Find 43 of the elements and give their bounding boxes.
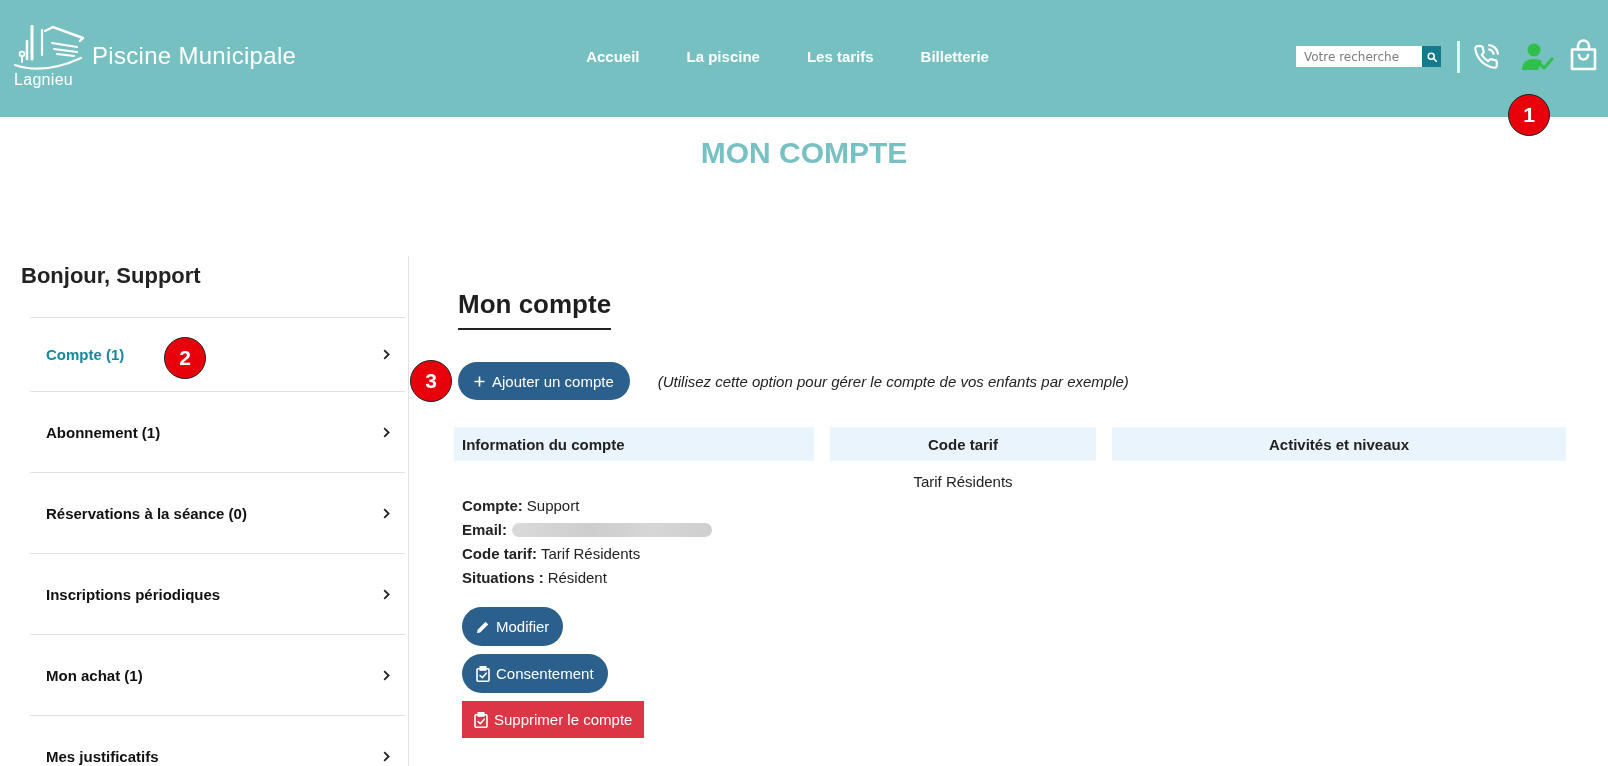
chevron-right-icon: [383, 426, 390, 438]
search-icon: [1426, 51, 1437, 62]
sidebar-item[interactable]: Mes justificatifs: [30, 715, 405, 766]
chevron-right-icon: [383, 669, 390, 681]
column-header: Information du compte: [454, 427, 814, 461]
step-marker: 3: [410, 360, 452, 402]
sidebar-item[interactable]: Abonnement (1): [30, 391, 405, 472]
site-title: Piscine Municipale: [92, 41, 297, 70]
logo-text: Lagnieu: [14, 70, 74, 89]
column-header: Code tarif: [830, 427, 1096, 461]
section-heading: Mon compte: [458, 288, 612, 330]
delete-account-button[interactable]: Supprimer le compte: [462, 701, 645, 738]
field-label: Email:: [462, 520, 507, 540]
table-cell: Tarif Résidents: [913, 473, 1013, 490]
account-detail: Code tarif: Tarif Résidents: [462, 544, 641, 564]
search-field[interactable]: Votre recherche: [1296, 46, 1422, 67]
user-check-icon[interactable]: [1522, 42, 1554, 71]
greeting: Bonjour, Support: [21, 262, 201, 290]
account-detail: Situations : Résident: [462, 568, 607, 588]
chevron-right-icon: [383, 588, 390, 600]
consent-button[interactable]: Consentement: [462, 654, 608, 693]
step-marker: 1: [1508, 94, 1550, 136]
chevron-right-icon: [383, 750, 390, 762]
sidebar-item[interactable]: Réservations à la séance (0): [30, 472, 405, 553]
column-header: Activités et niveaux: [1112, 427, 1566, 461]
plus-icon: [474, 375, 485, 387]
logo-icon[interactable]: [14, 24, 84, 71]
step-marker: 2: [164, 337, 206, 379]
clipboard-check-icon: [474, 711, 488, 728]
pencil-icon: [476, 619, 490, 634]
edit-button[interactable]: Modifier: [462, 607, 564, 646]
page-title: MON COMPTE: [700, 135, 908, 171]
clipboard-check-icon: [476, 665, 490, 682]
chevron-right-icon: [383, 349, 390, 360]
account-detail: Compte: Support: [462, 496, 580, 516]
shopping-bag-icon[interactable]: [1570, 38, 1597, 71]
chevron-right-icon: [383, 507, 390, 519]
search-button[interactable]: [1422, 46, 1441, 67]
hint-text: (Utilisez cette option pour gérer le compte de vos enfants par exemple): [657, 372, 1129, 390]
add-account-button[interactable]: Ajouter un compte: [458, 362, 630, 400]
sidebar-item[interactable]: Inscriptions périodiques: [30, 553, 405, 634]
sidebar-item[interactable]: Mon achat (1): [30, 634, 405, 715]
phone-icon[interactable]: [1473, 43, 1499, 70]
